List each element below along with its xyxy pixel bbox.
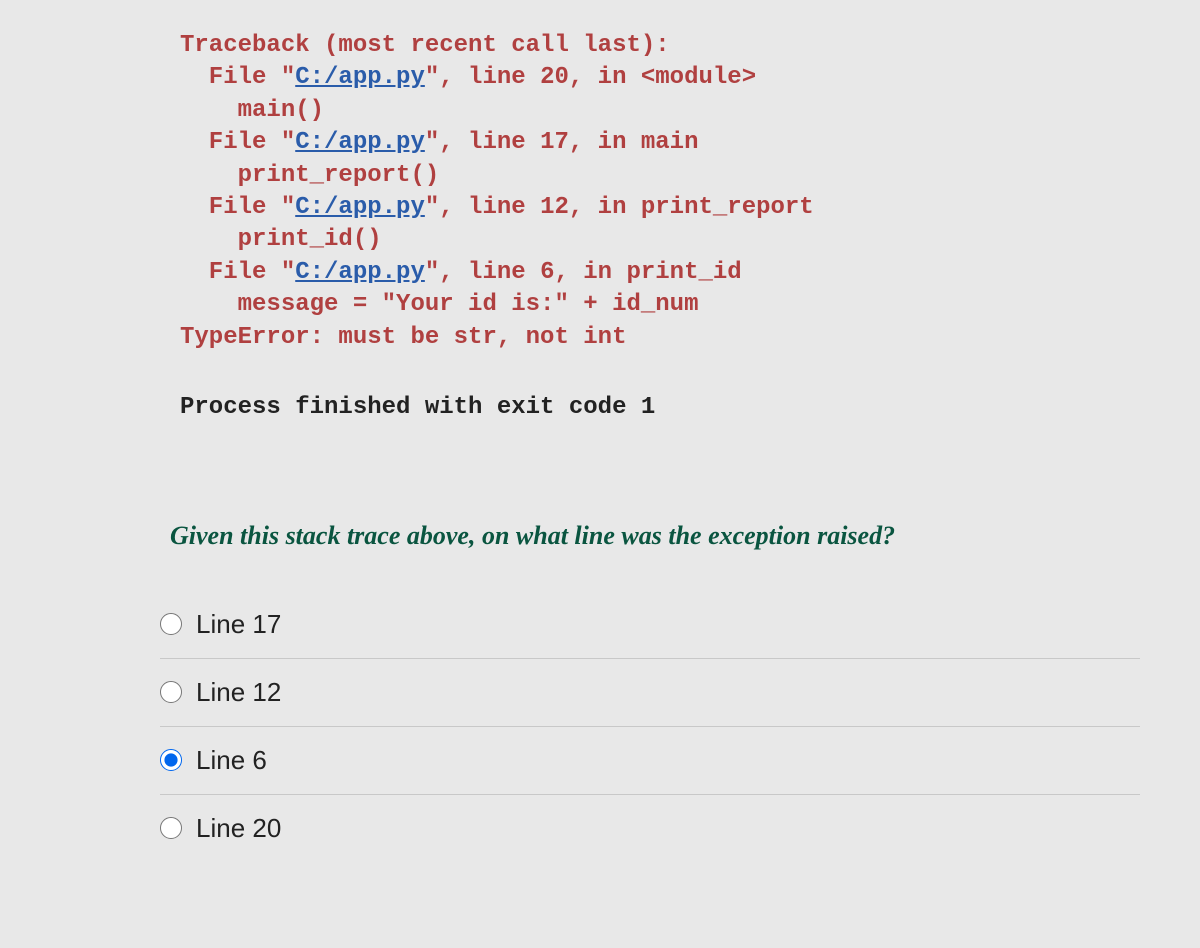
radio-line-20[interactable] [160,817,182,839]
traceback-code-3: message = "Your id is:" + id_num [180,289,1140,321]
process-finished-text: Process finished with exit code 1 [180,394,1140,421]
option-label-2: Line 6 [196,745,267,776]
traceback-frame-2: File "C:/app.py", line 12, in print_repo… [180,192,1140,224]
option-line-6[interactable]: Line 6 [160,727,1140,795]
option-label-1: Line 12 [196,677,281,708]
file-link-0[interactable]: C:/app.py [295,64,425,91]
question-text: Given this stack trace above, on what li… [170,521,1140,551]
traceback-code-0: main() [180,95,1140,127]
file-link-3[interactable]: C:/app.py [295,259,425,286]
traceback-code-1: print_report() [180,160,1140,192]
option-line-12[interactable]: Line 12 [160,659,1140,727]
option-line-17[interactable]: Line 17 [160,591,1140,659]
option-label-3: Line 20 [196,813,281,844]
traceback-frame-1: File "C:/app.py", line 17, in main [180,127,1140,159]
radio-line-6[interactable] [160,749,182,771]
radio-line-17[interactable] [160,613,182,635]
traceback-block: Traceback (most recent call last): File … [180,30,1140,354]
quiz-panel: Traceback (most recent call last): File … [20,20,1180,872]
file-link-1[interactable]: C:/app.py [295,129,425,156]
radio-line-12[interactable] [160,681,182,703]
traceback-header: Traceback (most recent call last): [180,30,1140,62]
option-line-20[interactable]: Line 20 [160,795,1140,862]
traceback-error: TypeError: must be str, not int [180,322,1140,354]
option-label-0: Line 17 [196,609,281,640]
file-link-2[interactable]: C:/app.py [295,194,425,221]
answer-options: Line 17 Line 12 Line 6 Line 20 [160,591,1140,862]
traceback-frame-3: File "C:/app.py", line 6, in print_id [180,257,1140,289]
traceback-frame-0: File "C:/app.py", line 20, in <module> [180,62,1140,94]
traceback-code-2: print_id() [180,224,1140,256]
